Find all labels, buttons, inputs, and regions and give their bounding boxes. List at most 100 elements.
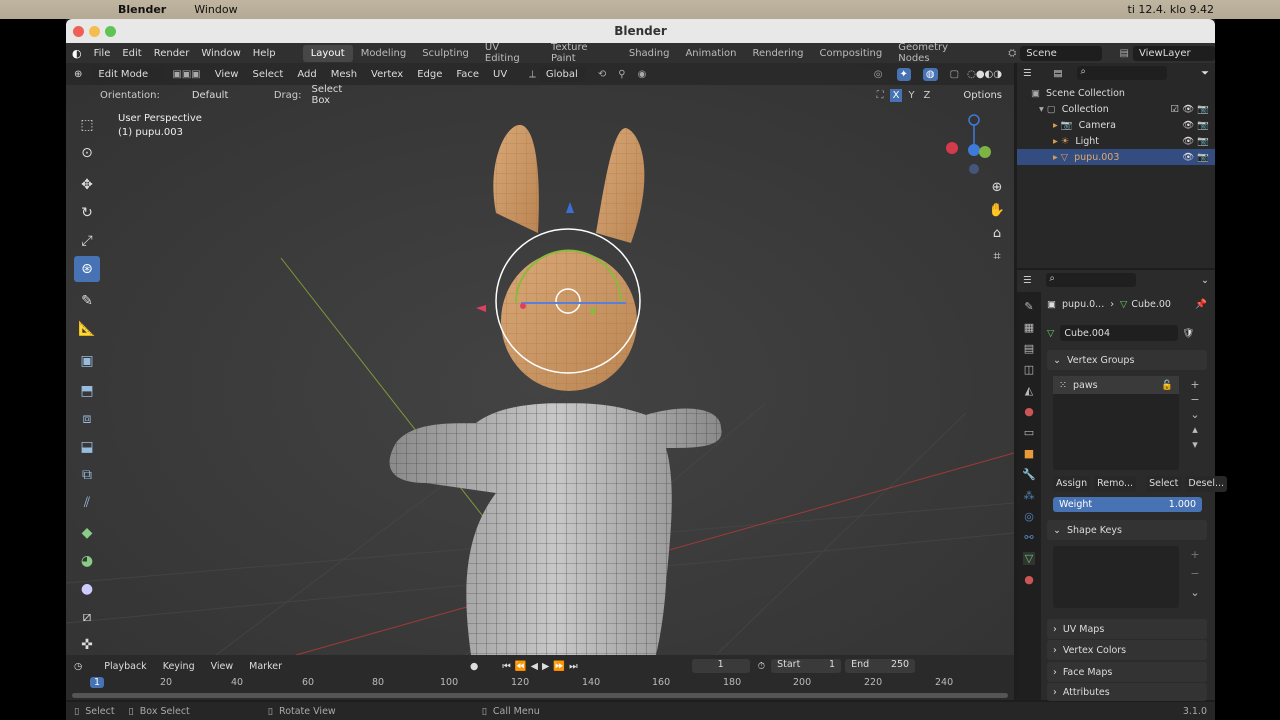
light-visibility-icons[interactable]: 👁 📷 xyxy=(1182,136,1209,147)
vertex-group-row[interactable]: ⁙ paws 🔓 xyxy=(1053,376,1179,394)
vertex-groups-panel-header[interactable]: ⌄ Vertex Groups xyxy=(1047,350,1207,370)
app-menu[interactable]: Blender xyxy=(118,3,166,16)
mesh-name-field[interactable]: Cube.004 xyxy=(1060,325,1179,341)
select-button[interactable]: Select xyxy=(1146,476,1182,492)
menu-face[interactable]: Face xyxy=(456,69,479,80)
zoom-icon[interactable]: ⊕ xyxy=(992,180,1003,195)
deselect-button[interactable]: Desel... xyxy=(1185,476,1228,492)
material-tab-icon[interactable]: ● xyxy=(1024,573,1034,586)
tab-animation[interactable]: Animation xyxy=(677,45,744,62)
uv-maps-panel-header[interactable]: › UV Maps xyxy=(1047,619,1207,639)
shape-keys-list[interactable] xyxy=(1053,546,1179,608)
close-window-button[interactable] xyxy=(73,26,84,37)
spin-tool-icon[interactable]: ◕ xyxy=(74,548,100,574)
bevel-tool-icon[interactable]: ⬓ xyxy=(74,434,100,460)
collection-tab-icon[interactable]: ▭ xyxy=(1024,426,1034,439)
menu-view[interactable]: View xyxy=(215,69,239,80)
scale-tool-icon[interactable]: ⤢ xyxy=(74,228,100,254)
add-vertex-group-icon[interactable]: + xyxy=(1190,378,1199,391)
timeline-editor-icon[interactable]: ◷ xyxy=(74,661,82,672)
tab-sculpting[interactable]: Sculpting xyxy=(414,45,477,62)
inset-tool-icon[interactable]: ⧈ xyxy=(74,406,100,432)
move-down-icon[interactable]: ▾ xyxy=(1192,438,1198,451)
axis-y-toggle[interactable]: Y xyxy=(905,89,917,102)
minimize-window-button[interactable] xyxy=(89,26,100,37)
fake-user-shield-icon[interactable]: 🛡 xyxy=(1182,328,1194,339)
view-layer-selector[interactable]: ViewLayer xyxy=(1133,45,1216,61)
shape-key-specials-icon[interactable]: ⌄ xyxy=(1190,586,1199,599)
end-frame-field[interactable]: End 250 xyxy=(845,659,916,673)
collection-visibility-icons[interactable]: ☑ 👁 📷 xyxy=(1171,104,1209,115)
tab-layout[interactable]: Layout xyxy=(302,44,353,62)
face-maps-panel-header[interactable]: › Face Maps xyxy=(1047,662,1207,682)
annotate-tool-icon[interactable]: ✎ xyxy=(74,288,100,314)
menu-timeline-view[interactable]: View xyxy=(211,661,234,672)
shear-tool-icon[interactable]: ⧄ xyxy=(74,604,100,630)
pan-hand-icon[interactable]: ✋ xyxy=(989,203,1005,218)
timeline-scrollbar[interactable] xyxy=(72,693,1008,698)
remove-shape-key-icon[interactable]: − xyxy=(1190,567,1199,580)
attributes-panel-header[interactable]: › Attributes xyxy=(1047,683,1207,701)
tab-shading[interactable]: Shading xyxy=(621,45,678,62)
remove-button[interactable]: Remo... xyxy=(1094,476,1137,492)
measure-tool-icon[interactable]: 📐 xyxy=(74,316,100,342)
data-tab-icon[interactable]: ▽ xyxy=(1022,552,1036,565)
poly-build-tool-icon[interactable]: ◆ xyxy=(74,520,100,546)
knife-tool-icon[interactable]: ⫽ xyxy=(74,490,100,516)
mode-selector[interactable]: Edit Mode xyxy=(92,66,165,82)
menu-uv[interactable]: UV xyxy=(493,69,507,80)
vertex-groups-list[interactable]: ⁙ paws 🔓 xyxy=(1053,376,1179,470)
pivot-icon[interactable]: ⟲ xyxy=(598,69,606,80)
3d-viewport[interactable] xyxy=(66,63,1014,655)
menu-edit[interactable]: Edit xyxy=(116,48,147,59)
collection-row[interactable]: ▾ ▢ Collection ☑ 👁 📷 xyxy=(1039,101,1209,117)
scene-selector[interactable]: Scene xyxy=(1020,45,1103,61)
object-tab-icon[interactable]: ■ xyxy=(1024,447,1034,460)
ortho-grid-icon[interactable]: ⌗ xyxy=(993,249,1000,264)
camera-visibility-icons[interactable]: 👁 📷 xyxy=(1182,120,1209,131)
outliner-item-light[interactable]: ▸ ☀ Light 👁 📷 xyxy=(1053,133,1209,149)
move-up-icon[interactable]: ▴ xyxy=(1192,423,1198,436)
remove-vertex-group-icon[interactable]: − xyxy=(1190,393,1199,406)
menu-window[interactable]: Window xyxy=(195,48,246,59)
scene-tab-icon[interactable]: ◭ xyxy=(1025,384,1033,397)
cursor-tool-icon[interactable]: ⊙ xyxy=(74,140,100,166)
modifier-tab-icon[interactable]: 🔧 xyxy=(1022,468,1036,481)
physics-tab-icon[interactable]: ◎ xyxy=(1024,510,1034,523)
playhead-frame[interactable]: 1 xyxy=(90,677,105,688)
frame-ruler[interactable]: 1 20 40 60 80 100 120 140 160 180 200 22… xyxy=(66,677,1014,691)
constraints-tab-icon[interactable]: ⚯ xyxy=(1024,531,1033,544)
menu-playback[interactable]: Playback xyxy=(104,661,146,672)
overlays-toggle-icon[interactable]: ◍ xyxy=(922,67,938,81)
proportional-editing-icon[interactable]: ◉ xyxy=(638,69,647,80)
menu-edge[interactable]: Edge xyxy=(417,69,442,80)
pin-icon[interactable]: 📌 xyxy=(1195,299,1207,310)
menu-select[interactable]: Select xyxy=(252,69,283,80)
filter-icon[interactable]: ⏷ xyxy=(1201,68,1209,79)
record-icon[interactable]: ● xyxy=(470,661,478,672)
window-menu[interactable]: Window xyxy=(194,3,237,16)
menu-file[interactable]: File xyxy=(88,48,117,59)
output-tab-icon[interactable]: ▤ xyxy=(1024,342,1034,355)
options-button[interactable]: Options xyxy=(957,88,1008,103)
editor-type-icon[interactable]: ⊕ xyxy=(74,69,82,80)
outliner-type-icon[interactable]: ☰ xyxy=(1023,68,1032,79)
rotate-tool-icon[interactable]: ↻ xyxy=(74,200,100,226)
visibility-icon[interactable]: ◎ xyxy=(874,69,883,80)
menu-marker[interactable]: Marker xyxy=(249,661,282,672)
axis-x-toggle[interactable]: X xyxy=(889,88,903,102)
orientation-selector[interactable]: Default xyxy=(186,88,260,103)
blender-logo-icon[interactable]: ◐ xyxy=(66,47,88,60)
weight-slider[interactable]: Weight 1.000 xyxy=(1053,497,1202,512)
render-tab-icon[interactable]: ▦ xyxy=(1024,321,1034,334)
shape-keys-panel-header[interactable]: ⌄ Shape Keys xyxy=(1047,520,1207,540)
outliner-item-pupu[interactable]: ▸ ▽ pupu.003 👁 📷 xyxy=(1017,149,1215,165)
filter-display-icon[interactable]: ▤ xyxy=(1054,68,1063,79)
menu-keying[interactable]: Keying xyxy=(163,661,195,672)
stopwatch-icon[interactable]: ⏱ xyxy=(758,661,765,672)
properties-options-icon[interactable]: ⌄ xyxy=(1201,275,1209,286)
world-tab-icon[interactable]: ● xyxy=(1024,405,1034,418)
properties-type-icon[interactable]: ☰ xyxy=(1023,275,1032,286)
menu-mesh[interactable]: Mesh xyxy=(331,69,357,80)
axis-z-toggle[interactable]: Z xyxy=(921,89,934,102)
